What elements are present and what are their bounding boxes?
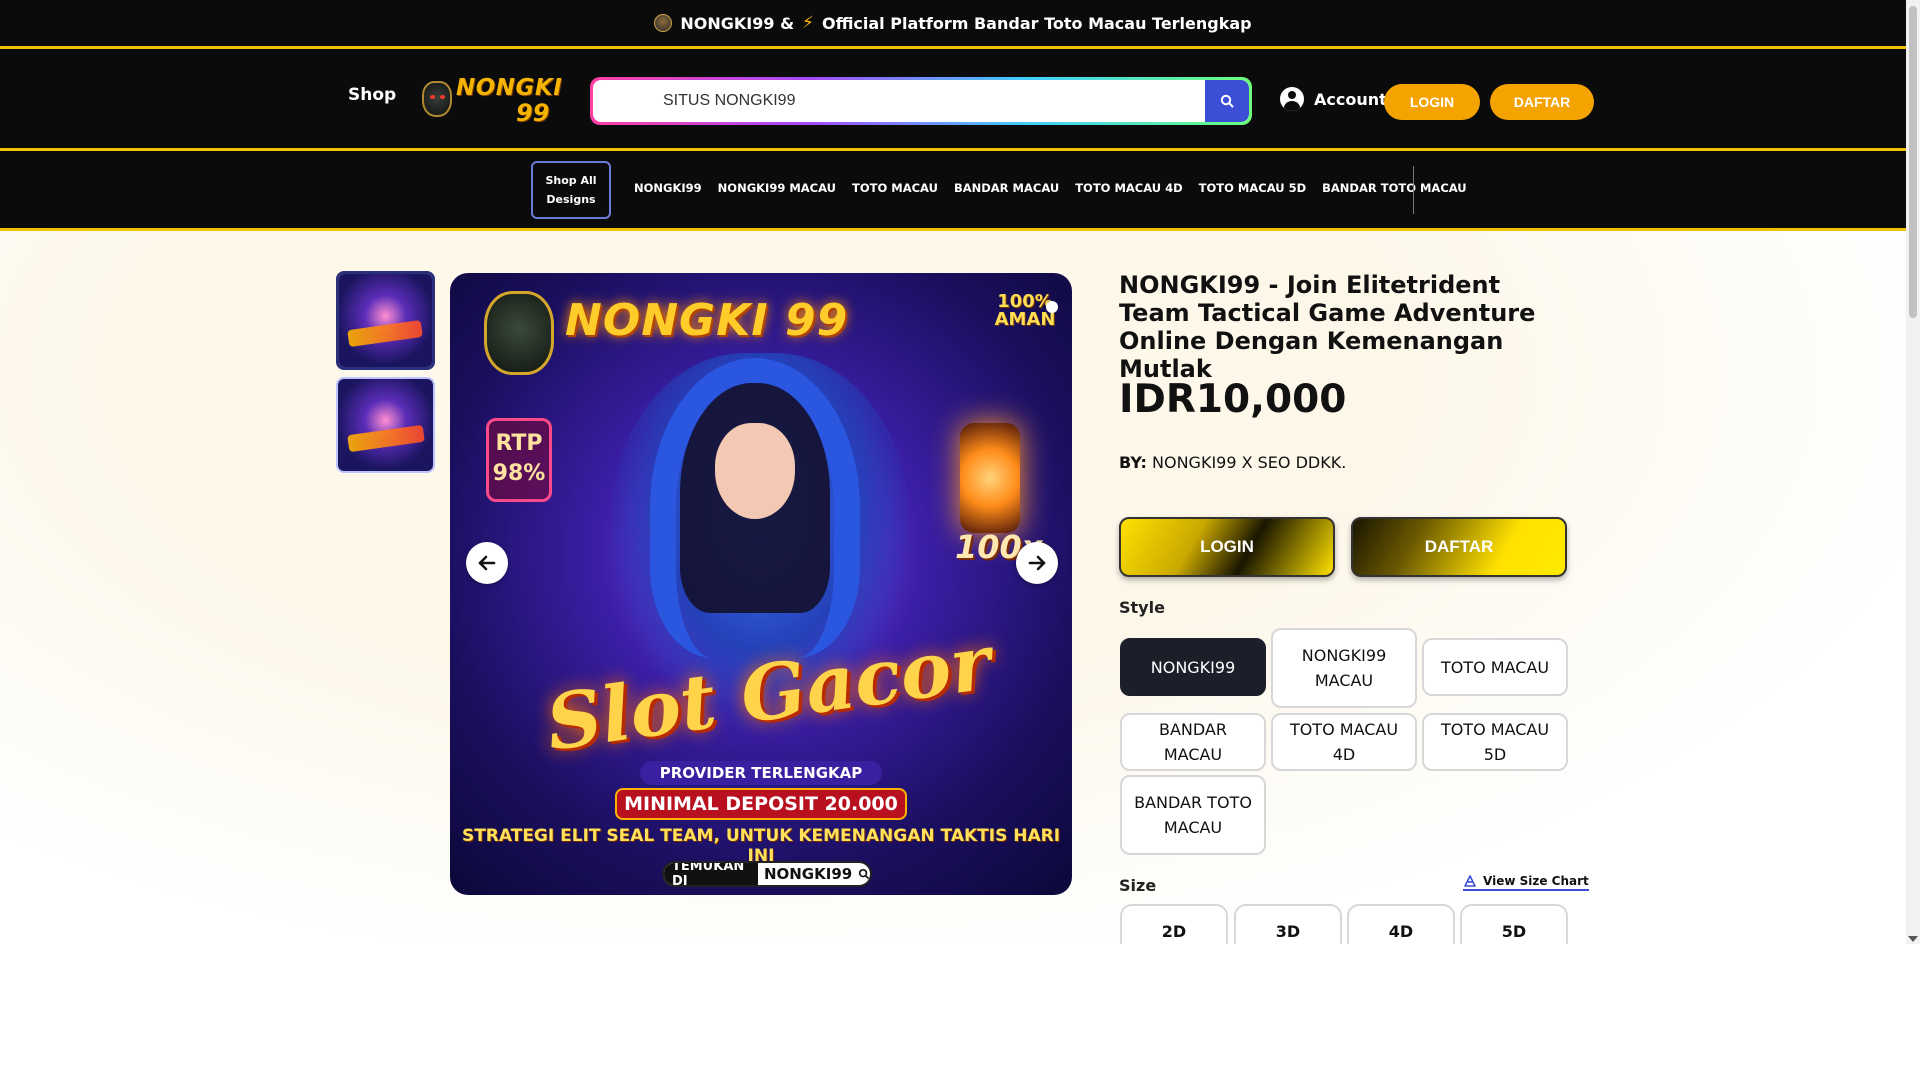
site-header: Shop NONGKI 99 Account LOGIN DAFTAR bbox=[0, 49, 1906, 148]
carousel-prev-button[interactable] bbox=[466, 542, 508, 584]
banner-provider: PROVIDER TERLENGKAP bbox=[640, 761, 882, 785]
announcement-tagline: Official Platform Bandar Toto Macau Terl… bbox=[821, 13, 1252, 33]
banner-deposit: MINIMAL DEPOSIT 20.000 bbox=[615, 788, 907, 820]
header-login-button[interactable]: LOGIN bbox=[1384, 84, 1480, 120]
login-button[interactable]: LOGIN bbox=[1119, 517, 1335, 577]
arrow-left-icon bbox=[478, 555, 496, 571]
banner-brand: NONGKI 99 bbox=[565, 295, 849, 346]
product-page: NONGKI 99 100% AMAN RTP 98% 100x Slot Ga… bbox=[0, 231, 1906, 962]
thumbnail-image bbox=[338, 379, 433, 471]
shop-link[interactable]: Shop bbox=[348, 85, 396, 105]
style-option-toto-macau[interactable]: TOTO MACAU bbox=[1422, 638, 1568, 696]
style-option-toto-macau-5d[interactable]: TOTO MACAU 5D bbox=[1422, 713, 1568, 771]
empty-area bbox=[0, 944, 1920, 1080]
product-byline: BY: NONGKI99 X SEO DDKK. bbox=[1119, 453, 1346, 472]
search-icon bbox=[859, 868, 870, 880]
search-input[interactable] bbox=[593, 80, 1205, 122]
nav-link-bandar-toto-macau[interactable]: BANDAR TOTO MACAU bbox=[1322, 181, 1467, 195]
mascot-icon bbox=[422, 81, 452, 117]
style-option-nongki99-macau[interactable]: NONGKI99 MACAU bbox=[1271, 628, 1417, 708]
ruler-icon bbox=[1464, 875, 1476, 887]
nav-link-nongki99-macau[interactable]: NONGKI99 MACAU bbox=[718, 181, 836, 195]
account-link[interactable]: Account bbox=[1280, 87, 1387, 111]
main-nav: Shop All Designs NONGKI99 NONGKI99 MACAU… bbox=[0, 151, 1906, 228]
nav-link-nongki99[interactable]: NONGKI99 bbox=[634, 181, 702, 195]
style-label: Style bbox=[1119, 598, 1165, 617]
search-button[interactable] bbox=[1205, 80, 1249, 122]
thumbnail-2[interactable] bbox=[336, 377, 435, 473]
daftar-button[interactable]: DAFTAR bbox=[1351, 517, 1567, 577]
mascot-icon bbox=[484, 291, 554, 375]
page-scrollbar[interactable] bbox=[1906, 0, 1920, 944]
nav-divider bbox=[1413, 166, 1414, 214]
nav-link-toto-macau-4d[interactable]: TOTO MACAU 4D bbox=[1075, 181, 1182, 195]
nav-link-toto-macau[interactable]: TOTO MACAU bbox=[852, 181, 938, 195]
announcement-bar: NONGKI99 & ⚡ Official Platform Bandar To… bbox=[0, 0, 1906, 46]
logo-number: 99 bbox=[516, 99, 550, 127]
byline-label: BY: bbox=[1119, 453, 1147, 472]
lightning-icon: ⚡ bbox=[802, 13, 814, 33]
product-price: IDR10,000 bbox=[1119, 377, 1347, 422]
byline-value: NONGKI99 X SEO DDKK. bbox=[1152, 453, 1347, 472]
nav-link-bandar-macau[interactable]: BANDAR MACAU bbox=[954, 181, 1059, 195]
arrow-right-icon bbox=[1028, 555, 1046, 571]
style-option-bandar-toto-macau[interactable]: BANDAR TOTO MACAU bbox=[1120, 775, 1266, 855]
view-size-chart-link[interactable]: View Size Chart bbox=[1463, 874, 1589, 891]
user-icon bbox=[1280, 87, 1304, 111]
style-option-nongki99[interactable]: NONGKI99 bbox=[1120, 638, 1266, 696]
header-daftar-button[interactable]: DAFTAR bbox=[1490, 84, 1594, 120]
product-title: NONGKI99 - Join Elitetrident Team Tactic… bbox=[1119, 271, 1536, 383]
style-option-toto-macau-4d[interactable]: TOTO MACAU 4D bbox=[1271, 713, 1417, 771]
search-icon bbox=[1220, 94, 1234, 108]
scrollbar-thumb[interactable] bbox=[1909, 6, 1917, 318]
lantern-icon bbox=[960, 423, 1020, 533]
logo-icon bbox=[654, 14, 673, 32]
carousel-next-button[interactable] bbox=[1016, 542, 1058, 584]
style-option-bandar-macau[interactable]: BANDAR MACAU bbox=[1120, 713, 1266, 771]
thumbnail-image bbox=[339, 274, 432, 367]
account-label: Account bbox=[1314, 89, 1387, 109]
nav-links: NONGKI99 NONGKI99 MACAU TOTO MACAU BANDA… bbox=[634, 181, 1467, 195]
product-image: NONGKI 99 100% AMAN RTP 98% 100x Slot Ga… bbox=[450, 273, 1072, 895]
banner-strategi: STRATEGI ELIT SEAL TEAM, UNTUK KEMENANGA… bbox=[461, 826, 1061, 866]
announcement-site-name: NONGKI99 & bbox=[680, 13, 795, 33]
carousel-dot[interactable] bbox=[1046, 301, 1058, 313]
scroll-down-arrow-icon[interactable] bbox=[1908, 936, 1918, 942]
site-logo[interactable]: NONGKI 99 bbox=[420, 75, 565, 127]
banner-rtp: RTP 98% bbox=[486, 418, 552, 502]
banner-aman: 100% AMAN bbox=[994, 291, 1056, 330]
shop-all-designs-button[interactable]: Shop All Designs bbox=[531, 161, 611, 219]
nav-link-toto-macau-5d[interactable]: TOTO MACAU 5D bbox=[1199, 181, 1306, 195]
size-label: Size bbox=[1119, 876, 1157, 895]
search-bar bbox=[590, 77, 1252, 125]
thumbnail-1[interactable] bbox=[336, 271, 435, 370]
logo-text: NONGKI bbox=[456, 75, 563, 101]
banner-temukan: TEMUKAN DI NONGKI99 bbox=[662, 861, 872, 887]
